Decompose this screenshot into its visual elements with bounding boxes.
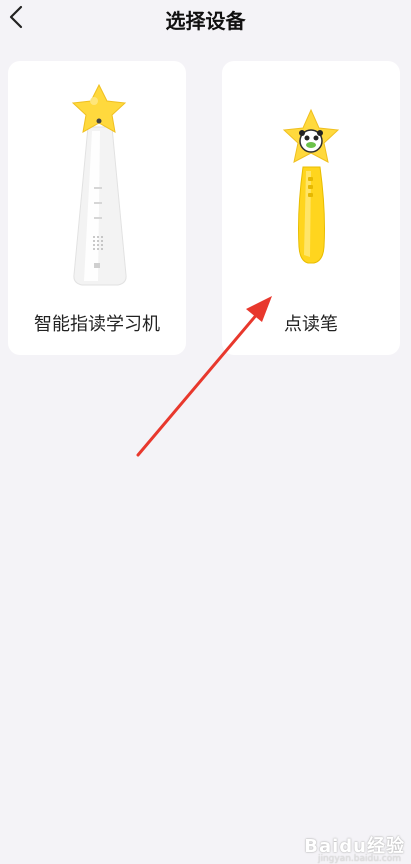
device-label: 智能指读学习机 — [34, 314, 160, 335]
watermark-sub: jingyan.baidu.com — [317, 854, 401, 864]
learning-machine-image — [71, 83, 127, 286]
device-label: 点读笔 — [284, 314, 338, 335]
header-bar: 选择设备 — [0, 0, 411, 38]
device-card-learning-machine[interactable]: 智能指读学习机 — [8, 61, 186, 355]
page-title: 选择设备 — [165, 9, 246, 33]
reading-pen-image — [282, 108, 340, 264]
device-card-reading-pen[interactable]: 点读笔 — [222, 61, 400, 355]
